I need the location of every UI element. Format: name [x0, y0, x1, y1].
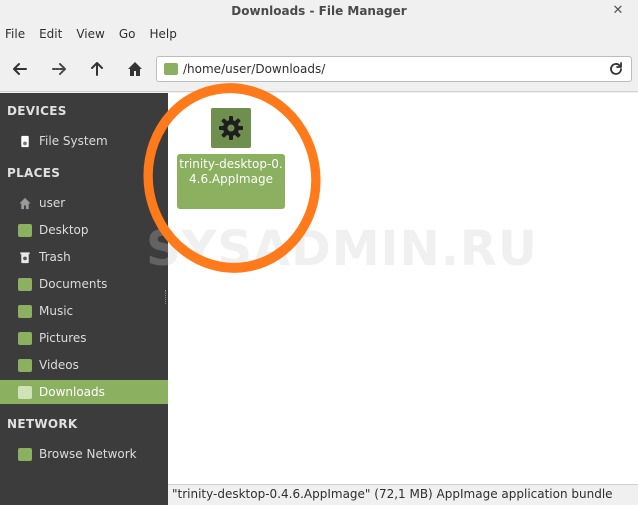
folder-icon — [18, 304, 32, 318]
folder-icon — [18, 385, 32, 399]
folder-icon — [18, 223, 32, 237]
sidebar-item-label: File System — [39, 134, 108, 148]
forward-arrow-icon — [52, 63, 66, 75]
reload-button[interactable] — [607, 60, 625, 78]
sidebar-item-trash[interactable]: Trash — [0, 245, 168, 269]
up-button[interactable] — [86, 58, 108, 80]
sidebar-item-browse-network[interactable]: Browse Network — [0, 442, 168, 466]
sidebar-item-documents[interactable]: Documents — [0, 272, 168, 296]
toolbar: /home/user/Downloads/ — [0, 46, 638, 92]
back-button[interactable] — [9, 58, 31, 80]
sidebar-item-music[interactable]: Music — [0, 299, 168, 323]
status-bar: "trinity-desktop-0.4.6.AppImage" (72,1 M… — [168, 484, 638, 505]
drive-icon — [21, 135, 29, 147]
window-titlebar[interactable]: Downloads - File Manager ✕ — [0, 0, 638, 22]
menu-file[interactable]: File — [5, 27, 25, 41]
sidebar-item-label: Desktop — [39, 223, 89, 237]
location-path: /home/user/Downloads/ — [183, 62, 326, 76]
sidebar-item-videos[interactable]: Videos — [0, 353, 168, 377]
sidebar-resize-handle[interactable] — [165, 290, 167, 304]
file-view[interactable]: SYSADMIN.RU trinity-desktop-0.4.6.AppIma… — [128, 69, 638, 484]
sidebar-item-label: Pictures — [39, 331, 87, 345]
close-window-button[interactable]: ✕ — [610, 3, 626, 19]
menu-bar: File Edit View Go Help — [0, 22, 638, 46]
sidebar-item-desktop[interactable]: Desktop — [0, 218, 168, 242]
sidebar-item-label: Music — [39, 304, 74, 318]
network-header: NETWORK — [7, 417, 78, 431]
folder-icon — [164, 63, 178, 75]
trash-icon — [20, 251, 30, 263]
sidebar-item-pictures[interactable]: Pictures — [0, 326, 168, 350]
sidebar-item-label: Downloads — [39, 385, 105, 399]
sidebar-item-file-system[interactable]: File System — [0, 129, 168, 153]
sidebar-item-label: Browse Network — [39, 447, 137, 461]
network-icon — [18, 447, 32, 461]
home-icon — [19, 197, 31, 209]
menu-edit[interactable]: Edit — [39, 27, 62, 41]
sidebar-item-user[interactable]: user — [0, 191, 168, 215]
sidebar: DEVICES File System PLACES user Desktop … — [0, 93, 168, 505]
menu-go[interactable]: Go — [119, 27, 136, 41]
sidebar-item-label: user — [39, 196, 66, 210]
folder-icon — [18, 331, 32, 345]
sidebar-item-label: Documents — [39, 277, 108, 291]
back-arrow-icon — [13, 63, 27, 75]
window-title: Downloads - File Manager — [231, 4, 407, 18]
sidebar-item-downloads[interactable]: Downloads — [0, 380, 168, 404]
home-icon — [128, 62, 142, 76]
forward-button[interactable] — [48, 58, 70, 80]
home-button[interactable] — [124, 58, 146, 80]
reload-icon — [610, 62, 622, 75]
devices-header: DEVICES — [7, 104, 67, 118]
places-header: PLACES — [7, 166, 61, 180]
location-bar[interactable]: /home/user/Downloads/ — [156, 56, 632, 82]
sidebar-item-label: Videos — [39, 358, 79, 372]
folder-icon — [18, 358, 32, 372]
menu-help[interactable]: Help — [149, 27, 176, 41]
folder-icon — [18, 277, 32, 291]
up-arrow-icon — [91, 62, 103, 76]
sidebar-item-label: Trash — [39, 250, 71, 264]
menu-view[interactable]: View — [76, 27, 104, 41]
